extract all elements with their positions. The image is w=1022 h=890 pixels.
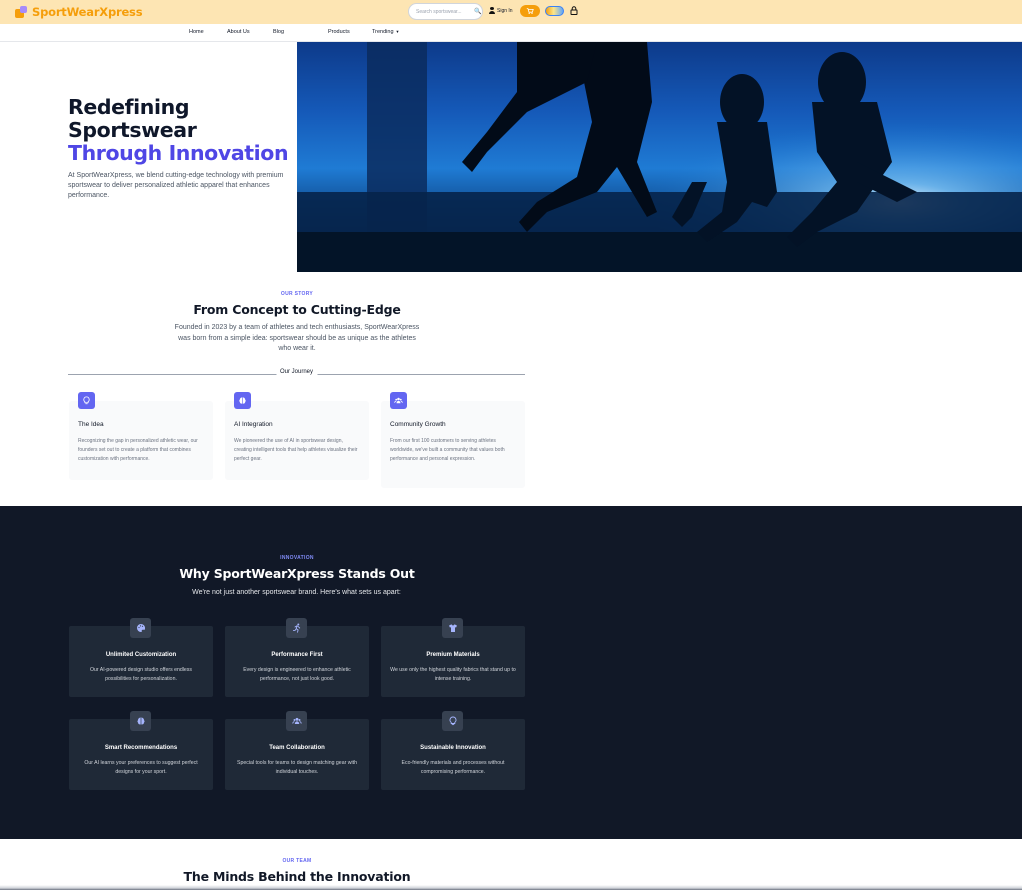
runners-illustration [297,42,1022,272]
sign-in-label: Sign In [497,7,513,14]
users-icon [390,392,407,409]
logo-icon [14,5,28,19]
innovation-description: We're not just another sportswear brand.… [192,589,401,596]
runner-icon [286,618,307,638]
feature-title: Team Collaboration [269,745,325,751]
logo-text: SportWearXpress [32,5,143,19]
feature-card-performance: Performance First Every design is engine… [225,618,369,697]
logo[interactable]: SportWearXpress [14,4,143,20]
team-title: The Minds Behind the Innovation [183,869,411,884]
feature-card-recommendations: Smart Recommendations Our AI learns your… [69,711,213,790]
feature-title: Performance First [271,652,323,658]
feature-text: We use only the highest quality fabrics … [390,667,516,682]
story-title: From Concept to Cutting-Edge [193,302,401,317]
feature-card-sustainable: Sustainable Innovation Eco-friendly mate… [381,711,525,790]
journey-card-ai: AI Integration We pioneered the use of A… [225,392,369,480]
search-input[interactable] [416,8,472,15]
feature-text: Our AI-powered design studio offers endl… [90,667,192,682]
journey-card-title: The Idea [78,421,104,428]
hero-image [297,42,1022,272]
journey-card-idea: The Idea Recognizing the gap in personal… [69,392,213,480]
cart-button[interactable] [520,5,540,17]
feature-text: Every design is engineered to enhance at… [243,667,351,682]
feature-text: Our AI learns your preferences to sugges… [84,760,198,775]
horizontal-scrollbar[interactable] [0,885,1022,890]
nav-home[interactable]: Home [189,29,204,35]
innovation-eyebrow: INNOVATION [280,555,314,561]
team-eyebrow: OUR TEAM [282,858,312,864]
shirt-icon [442,618,463,638]
feature-title: Premium Materials [426,652,480,658]
nav-blog[interactable]: Blog [273,29,284,35]
journey-card-text: From our first 100 customers to serving … [390,438,505,462]
innovation-title: Why SportWearXpress Stands Out [179,566,415,581]
story-eyebrow: OUR STORY [280,291,314,297]
journey-divider: Our Journey [68,369,525,379]
journey-card-community: Community Growth From our first 100 cust… [381,392,525,488]
feature-card-materials: Premium Materials We use only the highes… [381,618,525,697]
nav-about-us[interactable]: About Us [227,29,250,35]
main-nav: Home About Us Blog Products Trending ▼ [0,24,1022,42]
sign-in-link[interactable]: Sign In [489,7,513,14]
palette-icon [130,618,151,638]
user-icon [489,7,495,14]
hero-subtitle: At SportWearXpress, we blend cutting-edg… [68,172,284,199]
hero-title-line1: Redefining [68,95,190,119]
feature-card-teams: Team Collaboration Special tools for tea… [225,711,369,790]
search-box[interactable]: 🔍 [408,3,483,20]
journey-card-title: Community Growth [390,421,446,428]
theme-toggle[interactable] [545,6,564,16]
lightbulb-icon [78,392,95,409]
feature-card-customization: Unlimited Customization Our AI-powered d… [69,618,213,697]
brain-icon [130,711,151,731]
nav-products[interactable]: Products [328,29,350,35]
cart-icon [526,8,534,15]
search-icon[interactable]: 🔍 [474,8,481,15]
feature-title: Unlimited Customization [105,652,177,658]
users-icon [286,711,307,731]
journey-card-title: AI Integration [234,421,273,428]
hero-title-accent: Through Innovation [68,141,289,165]
feature-text: Eco-friendly materials and processes wit… [401,760,505,775]
journey-card-text: Recognizing the gap in personalized athl… [78,438,198,462]
journey-label: Our Journey [275,369,318,375]
nav-trending-label: Trending [372,29,394,35]
brain-icon [234,392,251,409]
nav-trending[interactable]: Trending ▼ [372,29,399,35]
lightbulb-icon [442,711,463,731]
hero-title: Redefining Sportswear Through Innovation [68,95,289,165]
lock-icon[interactable] [570,6,578,15]
journey-card-text: We pioneered the use of AI in sportswear… [234,438,358,462]
chevron-down-icon: ▼ [395,29,400,34]
hero-title-line2: Sportswear [68,118,197,142]
story-description: Founded in 2023 by a team of athletes an… [174,324,420,352]
feature-title: Sustainable Innovation [420,745,486,751]
feature-text: Special tools for teams to design matchi… [237,760,357,775]
feature-title: Smart Recommendations [104,745,178,751]
top-bar: SportWearXpress 🔍 Sign In [0,0,1022,24]
